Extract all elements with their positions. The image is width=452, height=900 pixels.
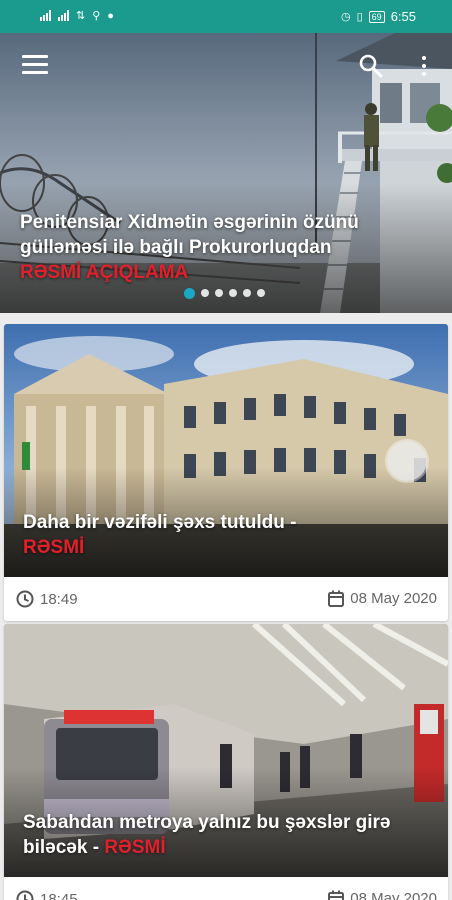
article-image-wrap: Sabahdan metroya yalnız bu şəxslər girə … [4,624,448,877]
article-date: 08 May 2020 [328,590,437,607]
article-time-text: 18:45 [40,890,78,900]
usb-icon: ⚲ [92,10,101,22]
article-meta: 18:49 08 May 2020 [4,577,448,621]
slider-dot-3[interactable] [215,289,223,297]
message-icon: ● [107,9,114,22]
hero-title[interactable]: Penitensiar Xidmətin əsgərinin özünü gül… [20,210,390,285]
article-date-text: 08 May 2020 [350,590,437,607]
signal-icon [40,10,51,21]
slider-dot-6[interactable] [257,289,265,297]
article-card[interactable]: Daha bir vəzifəli şəxs tutuldu - RƏSMİ 1… [4,324,448,621]
calendar-icon [328,590,345,607]
status-time: 6:55 [390,9,416,24]
search-icon [359,54,383,78]
alarm-icon: ◷ [341,11,351,23]
article-title: Daha bir vəzifəli şəxs tutuldu - RƏSMİ [23,510,423,560]
search-button[interactable] [358,53,384,79]
slider-dot-2[interactable] [201,289,209,297]
menu-button[interactable] [22,55,48,75]
article-title-text: Sabahdan metroya yalnız bu şəxslər girə … [23,812,391,858]
article-tag: RƏSMİ [104,837,166,858]
data-speed-icon: ⇅ [76,10,86,22]
article-meta: 18:45 08 May 2020 [4,877,448,900]
more-vert-icon [422,56,426,60]
hero-slider[interactable]: Penitensiar Xidmətin əsgərinin özünü gül… [0,33,452,313]
vibrate-icon: ▯ [356,11,363,23]
clock-icon [16,590,34,608]
article-card[interactable]: Sabahdan metroya yalnız bu şəxslər girə … [4,624,448,900]
slider-dot-4[interactable] [229,289,237,297]
signal-icon [58,10,69,21]
slider-dot-1[interactable] [184,287,195,299]
article-date: 08 May 2020 [328,890,437,900]
status-left: ⇅ ⚲ ● [40,9,114,22]
hero-title-highlight: RƏSMİ AÇIQLAMA [20,262,189,283]
article-image-wrap: Daha bir vəzifəli şəxs tutuldu - RƏSMİ [4,324,448,577]
article-tag: RƏSMİ [23,537,85,558]
article-time: 18:45 [16,890,78,900]
clock-icon [16,890,34,900]
article-date-text: 08 May 2020 [350,890,437,900]
play-icon[interactable] [387,441,427,481]
article-time-text: 18:49 [40,590,78,608]
slider-dots [184,287,265,299]
slider-dot-5[interactable] [243,289,251,297]
more-options-button[interactable] [414,53,434,79]
status-right: ◷ ▯ 69 6:55 [341,9,416,24]
article-time: 18:49 [16,590,78,608]
battery-icon: 69 [368,10,385,23]
status-bar: ⇅ ⚲ ● ◷ ▯ 69 6:55 [0,0,452,33]
article-title: Sabahdan metroya yalnız bu şəxslər girə … [23,810,423,860]
hero-title-text: Penitensiar Xidmətin əsgərinin özünü gül… [20,212,359,258]
calendar-icon [328,890,345,900]
article-title-text: Daha bir vəzifəli şəxs tutuldu - [23,512,297,533]
